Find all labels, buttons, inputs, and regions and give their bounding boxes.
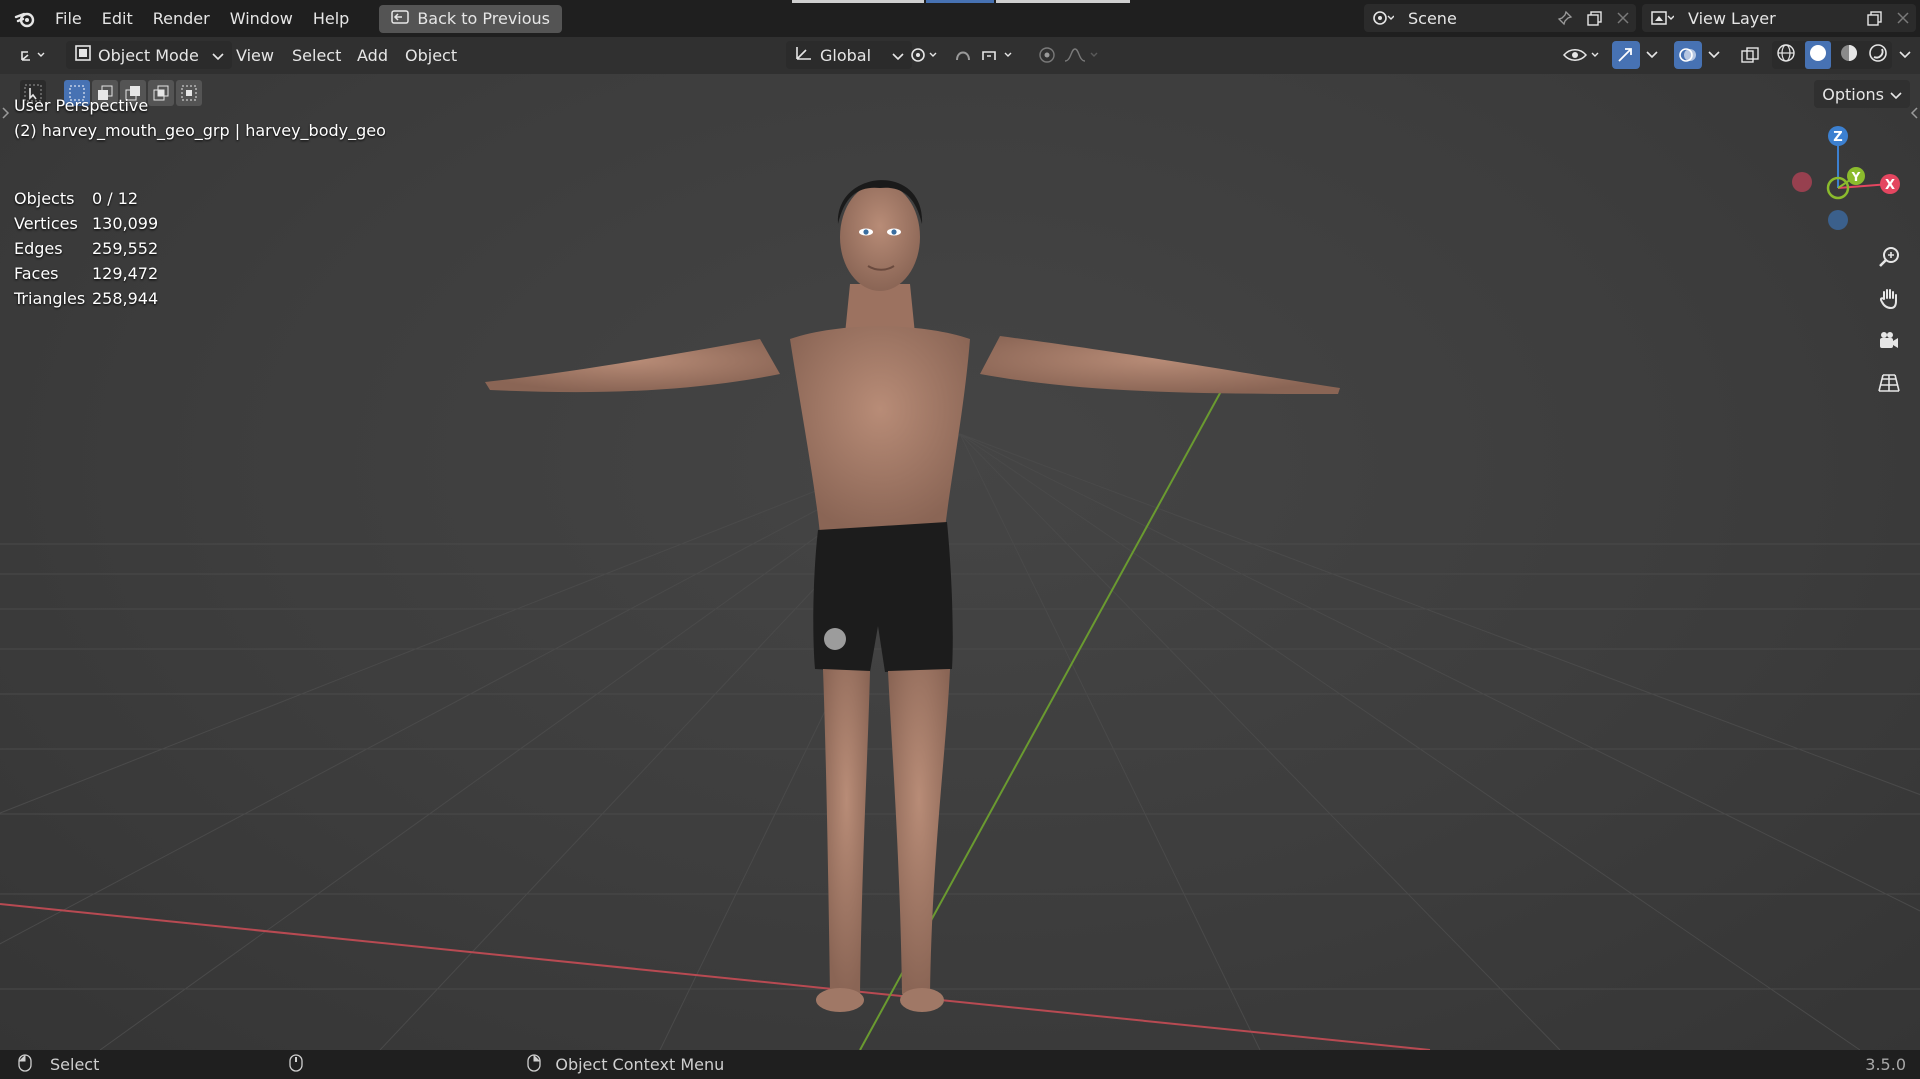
orientation-label: Global (820, 45, 872, 65)
options-dropdown[interactable]: Options (1814, 80, 1910, 108)
menu-window[interactable]: Window (220, 0, 303, 37)
stat-row: Edges 259,552 (14, 236, 158, 261)
wireframe-shading-icon[interactable] (1776, 43, 1796, 67)
solid-shading-icon[interactable] (1804, 41, 1831, 69)
workspace-tab-indicator (996, 0, 1130, 3)
stat-label: Objects (14, 189, 75, 208)
object-mode-label: Object Mode (98, 45, 199, 65)
back-to-previous-label: Back to Previous (417, 9, 551, 28)
chevron-down-icon (1890, 85, 1902, 104)
workspace-tab-indicator (792, 0, 924, 3)
stat-row: Objects 0 / 12 (14, 186, 158, 211)
orientation-icon (794, 44, 814, 66)
x-axis-line (0, 903, 1431, 1050)
blender-logo-icon[interactable] (5, 0, 45, 37)
close-icon[interactable] (1610, 12, 1636, 24)
close-icon[interactable] (1890, 12, 1916, 24)
scene-selector[interactable]: Scene (1364, 4, 1636, 32)
zoom-icon[interactable] (1872, 240, 1906, 274)
stat-label: Vertices (14, 214, 78, 233)
xray-icon[interactable] (1736, 41, 1764, 69)
view-layer-selector[interactable]: View Layer (1642, 4, 1916, 32)
menu-view[interactable]: View (236, 37, 274, 74)
menu-render[interactable]: Render (143, 0, 220, 37)
material-shading-icon[interactable] (1839, 43, 1859, 67)
viewport-scene (0, 180, 1920, 1050)
stat-row: Vertices 130,099 (14, 211, 158, 236)
chevron-down-icon (892, 46, 904, 65)
visibility-icon[interactable] (1560, 41, 1604, 69)
menu-add[interactable]: Add (357, 37, 388, 74)
active-object-label: (2) harvey_mouth_geo_grp | harvey_body_g… (14, 121, 386, 140)
gizmo-z-label: Z (1833, 130, 1842, 145)
stat-value: 0 / 12 (92, 189, 139, 208)
stat-label: Triangles (14, 289, 86, 308)
proportional-icon[interactable] (1034, 41, 1102, 69)
status-select-label: Select (50, 1055, 100, 1074)
character-model (485, 180, 1340, 1012)
editor-type-icon[interactable] (14, 41, 58, 69)
rendered-shading-icon[interactable] (1868, 43, 1888, 67)
scene-name-field[interactable]: Scene (1408, 9, 1550, 28)
stat-value: 259,552 (92, 239, 159, 258)
mouse-middle-icon (289, 1053, 304, 1076)
select-intersect-icon[interactable] (176, 80, 202, 106)
chevron-down-icon[interactable] (1896, 41, 1914, 69)
menu-select[interactable]: Select (292, 37, 341, 74)
options-label: Options (1822, 84, 1884, 104)
status-bar: Select Object Context Menu 3.5.0 (0, 1050, 1920, 1079)
gizmo-y-label: Y (1851, 170, 1861, 184)
object-mode-icon (74, 44, 92, 66)
3d-viewport[interactable]: Options User Perspective (2) harvey_mout… (0, 74, 1920, 1050)
stat-value: 258,944 (92, 289, 159, 308)
camera-icon[interactable] (1872, 324, 1906, 358)
hand-icon[interactable] (1872, 282, 1906, 316)
perspective-label: User Perspective (14, 96, 149, 115)
select-invert-icon[interactable] (148, 80, 174, 106)
overlay-icon[interactable] (1674, 41, 1702, 69)
stat-row: Faces 129,472 (14, 261, 158, 286)
copy-icon[interactable] (1580, 10, 1610, 26)
viewport-header: Object Mode View Select Add Object Globa… (0, 37, 1920, 74)
stat-value: 130,099 (92, 214, 159, 233)
transform-orientation-dropdown[interactable]: Global (786, 41, 912, 69)
mouse-right-icon (527, 1053, 542, 1076)
menu-file[interactable]: File (45, 0, 92, 37)
snap-icon[interactable] (952, 41, 1024, 69)
view-layer-name-field[interactable]: View Layer (1688, 9, 1860, 28)
copy-icon[interactable] (1860, 10, 1890, 26)
toolbar-toggle-icon[interactable] (2, 104, 10, 123)
workspace-tab-active-indicator (926, 0, 994, 3)
chevron-down-icon[interactable] (1644, 41, 1660, 69)
floor-grid (0, 433, 1920, 1050)
chevron-down-icon (212, 46, 224, 65)
version-label: 3.5.0 (1865, 1055, 1906, 1074)
gizmo-x-label: X (1885, 178, 1895, 193)
sidebar-toggle-icon[interactable] (1910, 104, 1918, 123)
scene-statistics: Objects 0 / 12 Vertices 130,099 Edges 259,5… (14, 186, 158, 311)
navigation-gizmo[interactable]: Z X Y (1788, 120, 1908, 240)
scene-icon[interactable] (1364, 9, 1402, 27)
back-icon (391, 9, 410, 29)
back-to-previous-button[interactable]: Back to Previous (379, 4, 563, 33)
gizmo-icon[interactable] (1612, 41, 1640, 69)
view-layer-icon[interactable] (1642, 9, 1682, 27)
shading-mode-group (1772, 41, 1892, 69)
pin-icon[interactable] (1550, 10, 1580, 26)
stat-row: Triangles 258,944 (14, 286, 158, 311)
status-context-menu-label: Object Context Menu (555, 1055, 725, 1074)
grid-icon[interactable] (1872, 366, 1906, 400)
stat-label: Faces (14, 264, 59, 283)
menu-object[interactable]: Object (405, 37, 457, 74)
pivot-icon[interactable] (906, 41, 946, 69)
stat-label: Edges (14, 239, 63, 258)
menu-help[interactable]: Help (303, 0, 359, 37)
object-mode-dropdown[interactable]: Object Mode (66, 41, 232, 69)
chevron-down-icon[interactable] (1706, 41, 1722, 69)
mouse-left-icon (18, 1053, 32, 1076)
menu-edit[interactable]: Edit (92, 0, 143, 37)
stat-value: 129,472 (92, 264, 159, 283)
